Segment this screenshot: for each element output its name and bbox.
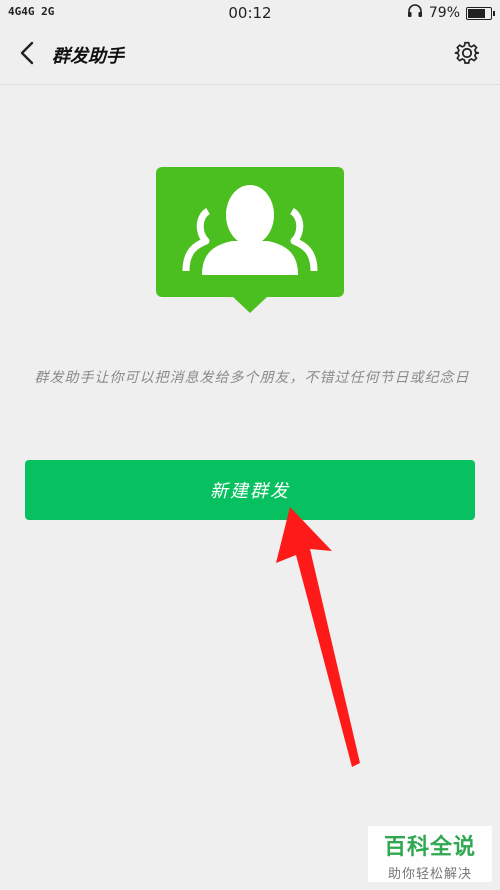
group-users-icon: [156, 167, 344, 313]
description-text: 群发助手让你可以把消息发给多个朋友，不错过任何节日或纪念日: [34, 370, 470, 386]
new-group-message-label: 新建群发: [210, 481, 290, 502]
battery-icon: [466, 6, 495, 20]
page-title: 群发助手: [52, 46, 124, 67]
back-button[interactable]: [10, 38, 44, 72]
settings-button[interactable]: [452, 40, 482, 70]
watermark-title: 百科全说: [383, 835, 476, 860]
nav-bar: 群发助手: [0, 28, 500, 85]
status-right: 79%: [407, 4, 495, 22]
chevron-left-icon: [19, 41, 35, 69]
red-arrow-icon: [270, 505, 370, 775]
gear-icon: [454, 40, 480, 70]
battery-percent: 79%: [428, 5, 460, 21]
headset-icon: [407, 4, 423, 22]
new-group-message-button[interactable]: 新建群发: [25, 460, 475, 520]
battery-fill: [468, 8, 486, 18]
watermark-subtitle: 助你轻松解决: [387, 867, 472, 882]
watermark-logo: 百科全说 助你轻松解决: [368, 826, 492, 882]
status-bar: 4G4G 2G 00:12 79%: [0, 0, 500, 28]
